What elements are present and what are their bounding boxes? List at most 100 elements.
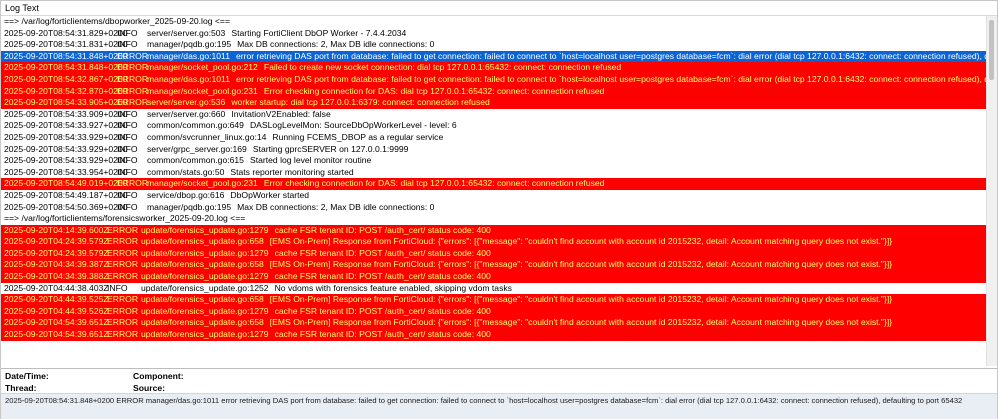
log-row[interactable]: 2025-09-20T04:44:38.403ZINFO update/foren… bbox=[1, 282, 987, 295]
log-row[interactable]: 2025-09-20T08:54:33.929+0200INFO server/g… bbox=[1, 143, 987, 156]
log-level: ERROR bbox=[117, 50, 149, 61]
log-message: Error checking connection for DAS: dial … bbox=[263, 178, 605, 189]
log-source: manager/socket_pool.go:231 bbox=[147, 85, 258, 96]
log-message: Starting gprcSERVER on 127.0.0.1:9999 bbox=[252, 143, 409, 154]
log-row[interactable]: 2025-09-20T04:44:39.526ZERROR update/fore… bbox=[1, 305, 987, 318]
log-message: [EMS On-Prem] Response from FortiCloud: … bbox=[269, 294, 893, 305]
log-level: ERROR bbox=[107, 329, 139, 340]
vertical-scrollbar[interactable] bbox=[986, 16, 997, 366]
log-timestamp: 2025-09-20T04:24:39.579Z bbox=[4, 236, 109, 247]
log-level: ERROR bbox=[107, 224, 139, 235]
log-row[interactable]: 2025-09-20T08:54:31.848+0200ERRORmanager… bbox=[1, 62, 987, 74]
log-source: manager/das.go:1011 bbox=[147, 73, 230, 84]
log-source: update/forensics_update.go:1279 bbox=[141, 247, 269, 258]
log-row[interactable]: 2025-09-20T04:54:39.651ZERROR update/fore… bbox=[1, 317, 987, 330]
log-message: Failed to create new socket connection: … bbox=[263, 62, 622, 73]
log-details-panel: Date/Time: Thread: Component: Source: 20… bbox=[1, 368, 997, 419]
log-source: common/svcrunner_linux.go:14 bbox=[147, 131, 267, 142]
log-level: ERROR bbox=[117, 85, 149, 96]
log-source: server/server.go:503 bbox=[147, 27, 226, 38]
log-level: ERROR bbox=[107, 317, 139, 328]
log-row[interactable]: 2025-09-20T04:34:39.387ZERROR update/fore… bbox=[1, 259, 987, 272]
log-level: INFO bbox=[117, 189, 138, 200]
source-label: Source: bbox=[133, 383, 165, 393]
log-source: manager/socket_pool.go:212 bbox=[147, 62, 258, 73]
log-timestamp: 2025-09-20T08:54:33.905+0200 bbox=[4, 97, 128, 108]
date-time-label: Date/Time: bbox=[5, 371, 49, 381]
log-timestamp: 2025-09-20T08:54:31.831+0200 bbox=[4, 39, 128, 50]
log-list[interactable]: ==> /var/log/forticlientems/dbopworker_2… bbox=[1, 16, 987, 366]
log-row[interactable]: 2025-09-20T04:54:39.651ZERROR update/fore… bbox=[1, 329, 987, 341]
log-timestamp: 2025-09-20T08:54:49.187+0200 bbox=[4, 189, 128, 200]
panel-title: Log Text bbox=[1, 1, 997, 16]
log-source: manager/socket_pool.go:231 bbox=[147, 178, 258, 189]
log-message: [EMS On-Prem] Response from FortiCloud: … bbox=[269, 236, 893, 247]
log-row[interactable]: 2025-09-20T08:54:50.369+0200INFO manager/… bbox=[1, 201, 987, 214]
log-row[interactable]: 2025-09-20T04:14:39.600ZERROR update/fore… bbox=[1, 224, 987, 237]
log-source: common/common.go:615 bbox=[147, 155, 244, 166]
log-level: INFO bbox=[117, 27, 138, 38]
log-timestamp: 2025-09-20T08:54:33.927+0200 bbox=[4, 120, 128, 131]
log-source: service/dbop.go:616 bbox=[147, 189, 225, 200]
log-row[interactable]: 2025-09-20T08:54:31.829+0200INFO server/s… bbox=[1, 27, 987, 40]
log-source: update/forensics_update.go:1279 bbox=[141, 305, 269, 316]
log-row[interactable]: 2025-09-20T08:54:33.954+0200INFO common/s… bbox=[1, 166, 987, 179]
log-row[interactable]: 2025-09-20T08:54:32.867+0200ERRORmanager… bbox=[1, 73, 987, 86]
log-message: Error checking connection for DAS: dial … bbox=[263, 85, 605, 96]
log-timestamp: 2025-09-20T08:54:32.870+0200 bbox=[4, 85, 128, 96]
log-row[interactable]: 2025-09-20T08:54:32.870+0200ERRORmanager… bbox=[1, 85, 987, 98]
log-source: manager/pqdb.go:195 bbox=[147, 39, 232, 50]
log-row[interactable]: 2025-09-20T04:24:39.579ZERROR update/fore… bbox=[1, 236, 987, 248]
log-level: ERROR bbox=[107, 247, 139, 258]
log-timestamp: 2025-09-20T08:54:33.929+0200 bbox=[4, 155, 128, 166]
file-path-text: ==> /var/log/forticlientems/forensicswor… bbox=[4, 213, 246, 224]
log-row[interactable]: 2025-09-20T08:54:33.929+0200INFO common/c… bbox=[1, 155, 987, 167]
log-level: INFO bbox=[117, 201, 138, 212]
log-level: ERROR bbox=[107, 259, 139, 270]
log-source: update/forensics_update.go:658 bbox=[141, 317, 264, 328]
log-source: update/forensics_update.go:1279 bbox=[141, 329, 269, 340]
log-row[interactable]: 2025-09-20T08:54:49.019+0200ERRORmanager… bbox=[1, 178, 987, 190]
log-timestamp: 2025-09-20T08:54:33.954+0200 bbox=[4, 166, 128, 177]
log-timestamp: 2025-09-20T08:54:33.929+0200 bbox=[4, 131, 128, 142]
log-source: manager/das.go:1011 bbox=[147, 50, 230, 61]
log-level: INFO bbox=[107, 282, 128, 293]
log-message: Started log level monitor routine bbox=[249, 155, 372, 166]
log-message: cache FSR tenant ID: POST /auth_cert/ st… bbox=[274, 305, 491, 316]
log-message: error retrieving DAS port from database:… bbox=[235, 73, 987, 84]
log-timestamp: 2025-09-20T08:54:31.829+0200 bbox=[4, 27, 128, 38]
log-source: server/server.go:660 bbox=[147, 108, 226, 119]
log-file-header[interactable]: ==> /var/log/forticlientems/forensicswor… bbox=[1, 213, 987, 225]
log-timestamp: 2025-09-20T04:44:39.525Z bbox=[4, 294, 109, 305]
log-row[interactable]: 2025-09-20T04:44:39.525ZERROR update/fore… bbox=[1, 294, 987, 306]
log-source: common/stats.go:50 bbox=[147, 166, 225, 177]
log-row[interactable]: 2025-09-20T08:54:31.831+0200INFO manager/… bbox=[1, 39, 987, 51]
log-level: INFO bbox=[117, 39, 138, 50]
log-row[interactable]: 2025-09-20T08:54:33.905+0200ERRORserver/… bbox=[1, 97, 987, 109]
log-message: error retrieving DAS port from database:… bbox=[235, 50, 987, 61]
log-row[interactable]: 2025-09-20T04:24:39.579ZERROR update/fore… bbox=[1, 247, 987, 260]
log-source: server/grpc_server.go:169 bbox=[147, 143, 247, 154]
log-row[interactable]: 2025-09-20T08:54:33.927+0200INFO common/c… bbox=[1, 120, 987, 132]
scrollbar-thumb[interactable] bbox=[989, 20, 994, 80]
log-timestamp: 2025-09-20T04:24:39.579Z bbox=[4, 247, 109, 258]
log-level: INFO bbox=[117, 143, 138, 154]
log-file-header[interactable]: ==> /var/log/forticlientems/dbopworker_2… bbox=[1, 16, 987, 28]
log-row[interactable]: 2025-09-20T08:54:33.909+0200INFO server/s… bbox=[1, 108, 987, 121]
log-row[interactable]: 2025-09-20T08:54:31.848+0200ERRORmanager… bbox=[1, 50, 987, 63]
log-source: update/forensics_update.go:658 bbox=[141, 259, 264, 270]
log-row[interactable]: 2025-09-20T04:34:39.388ZERROR update/fore… bbox=[1, 271, 987, 283]
log-row[interactable]: 2025-09-20T08:54:49.187+0200INFO service/… bbox=[1, 189, 987, 202]
log-timestamp: 2025-09-20T08:54:33.909+0200 bbox=[4, 108, 128, 119]
log-level: ERROR bbox=[117, 73, 149, 84]
component-label: Component: bbox=[133, 371, 184, 381]
log-level: ERROR bbox=[107, 294, 139, 305]
log-timestamp: 2025-09-20T08:54:49.019+0200 bbox=[4, 178, 128, 189]
log-message: cache FSR tenant ID: POST /auth_cert/ st… bbox=[274, 329, 491, 340]
log-level: ERROR bbox=[107, 236, 139, 247]
message-text: 2025-09-20T08:54:31.848+0200 ERROR manag… bbox=[1, 393, 997, 419]
log-row[interactable]: 2025-09-20T08:54:33.929+0200INFO common/s… bbox=[1, 131, 987, 144]
log-message: Max DB connections: 2, Max DB idle conne… bbox=[237, 201, 435, 212]
log-source: server/server.go:536 bbox=[147, 97, 226, 108]
log-timestamp: 2025-09-20T08:54:31.848+0200 bbox=[4, 50, 128, 61]
